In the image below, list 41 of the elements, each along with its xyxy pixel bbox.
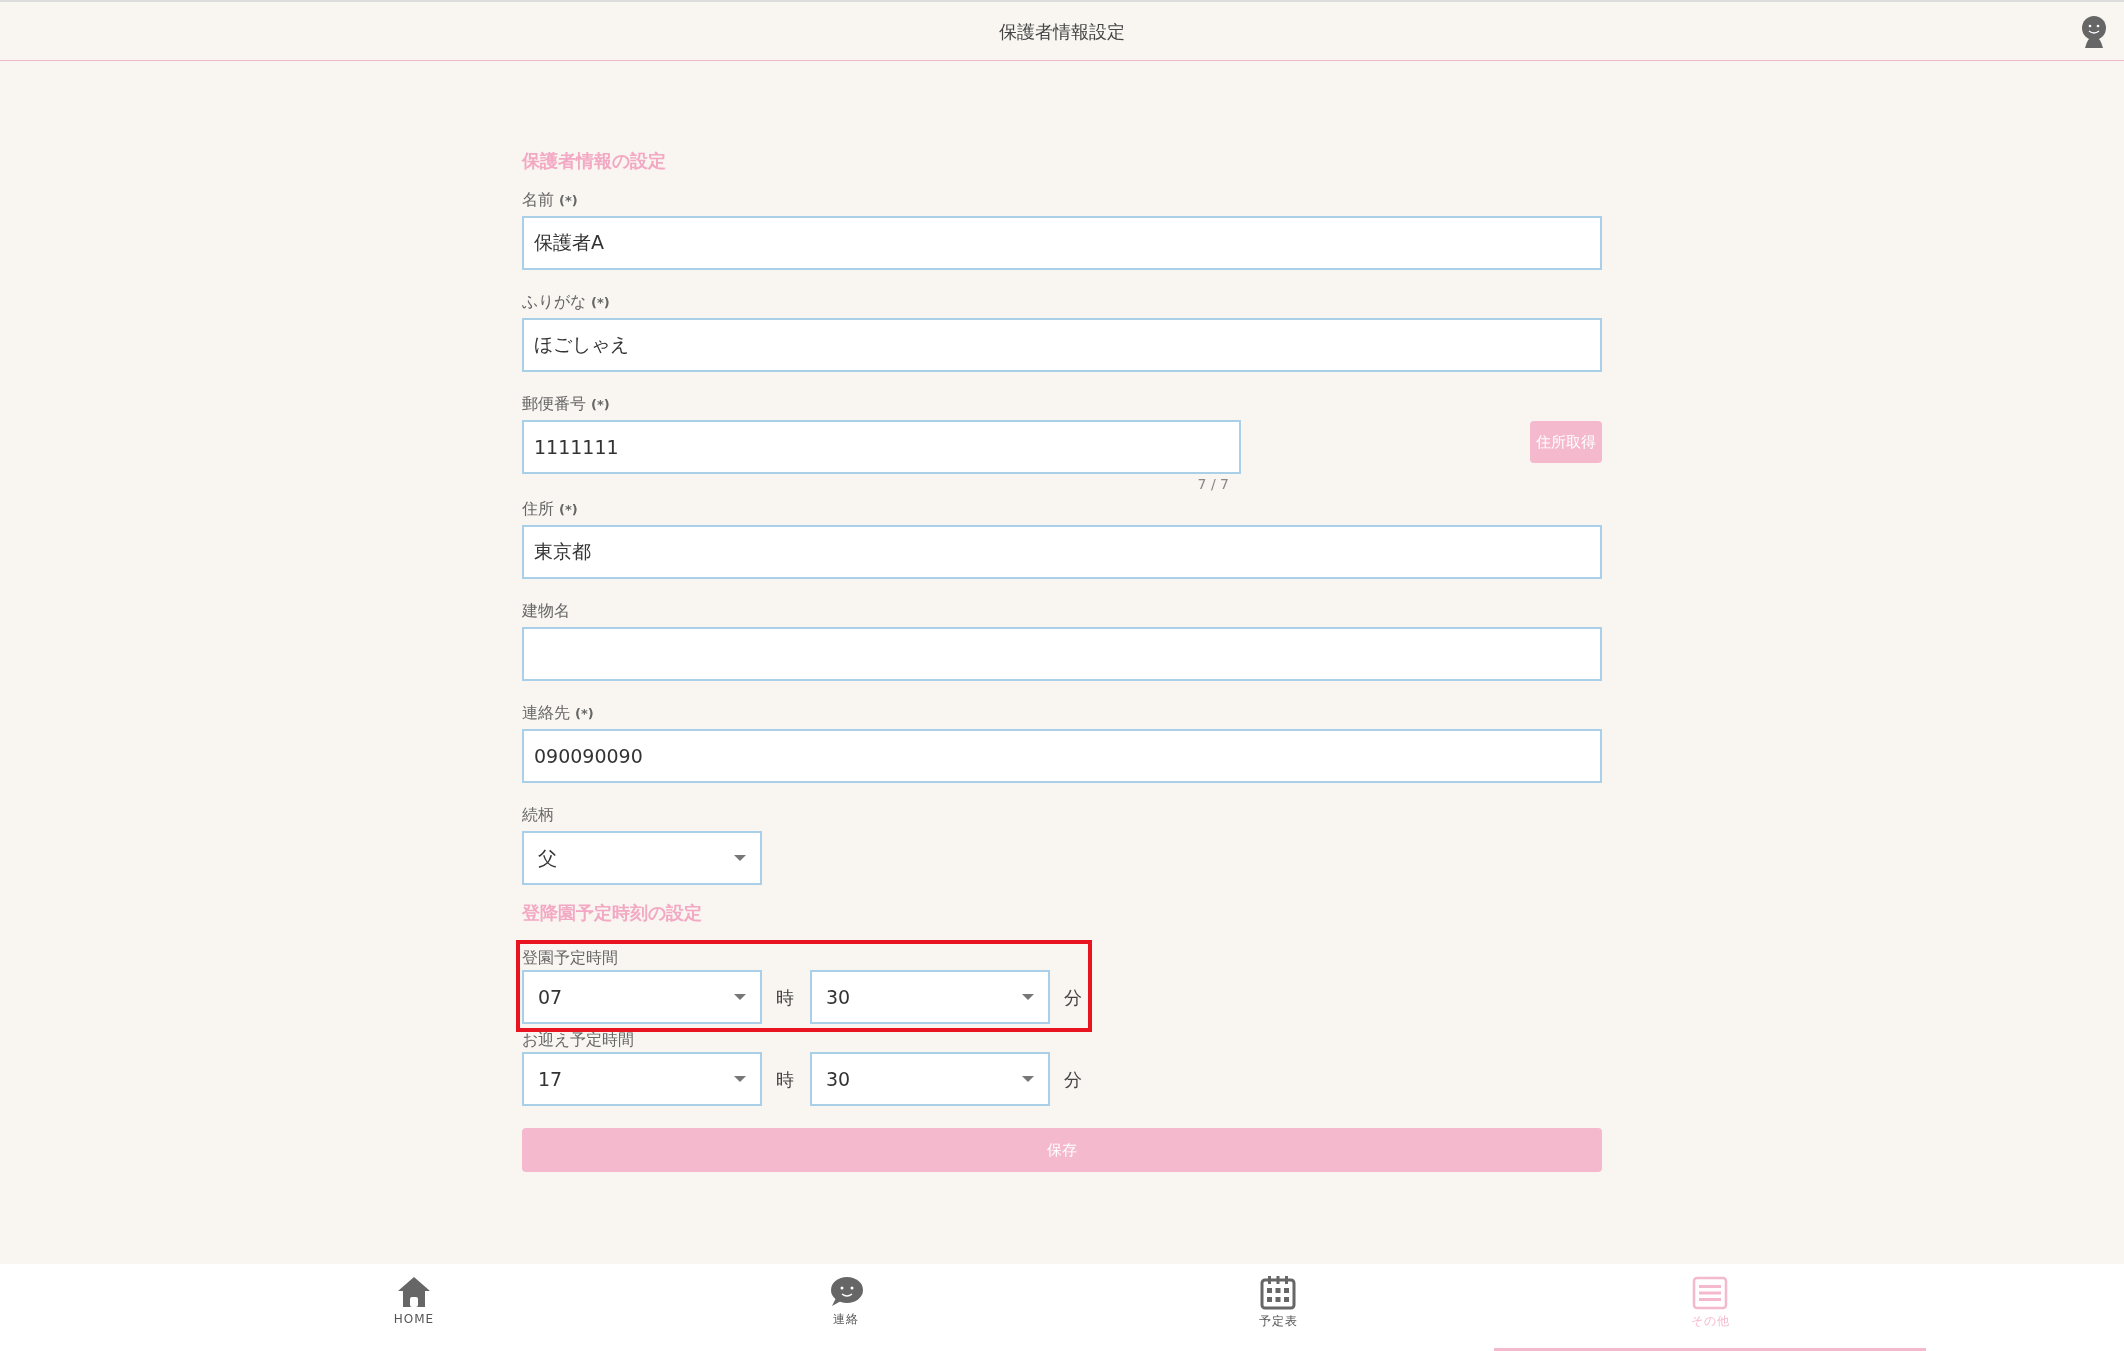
field-label: 建物名 — [522, 600, 570, 622]
select-field[interactable]: 30 — [810, 1052, 1050, 1106]
nav-tab[interactable]: 予定表 — [1062, 1264, 1494, 1351]
user-avatar-icon[interactable] — [2080, 16, 2108, 48]
section-title: 保護者情報の設定 — [522, 149, 667, 173]
field-label: 続柄 — [522, 804, 554, 826]
select-field[interactable]: 07 — [522, 970, 762, 1024]
field-label: 名前 (*) — [522, 189, 578, 211]
field-label: 郵便番号 (*) — [522, 393, 610, 415]
caret-icon — [734, 855, 746, 861]
caret-icon — [734, 1076, 746, 1082]
caret-icon — [1022, 1076, 1034, 1082]
nav-tab[interactable]: 連絡 — [630, 1264, 1062, 1351]
unit-label: 時 — [776, 985, 794, 1010]
unit-label: 分 — [1064, 985, 1082, 1010]
input-field[interactable]: 東京都 — [522, 525, 1602, 579]
select-field[interactable]: 父 — [522, 831, 762, 885]
field-label: 連絡先 (*) — [522, 702, 594, 724]
menu-icon — [1692, 1276, 1728, 1310]
speech-bubble-icon — [828, 1276, 864, 1308]
select-field[interactable]: 17 — [522, 1052, 762, 1106]
field-label: お迎え予定時間 — [522, 1029, 634, 1051]
caret-icon — [734, 994, 746, 1000]
field-label: 登園予定時間 — [522, 947, 618, 969]
field-label: 住所 (*) — [522, 498, 578, 520]
field-label: ふりがな (*) — [522, 291, 610, 313]
nav-tab[interactable]: HOME — [198, 1264, 630, 1351]
input-field[interactable]: 1111111 — [522, 420, 1241, 474]
caret-icon — [1022, 994, 1034, 1000]
character-counter: 7 / 7 — [1197, 475, 1229, 494]
unit-label: 分 — [1064, 1067, 1082, 1092]
section-title: 登降園予定時刻の設定 — [522, 901, 703, 925]
input-field[interactable]: ほごしゃえ — [522, 318, 1602, 372]
house-icon — [397, 1276, 431, 1308]
input-field[interactable]: 保護者A — [522, 216, 1602, 270]
input-field[interactable]: 090090090 — [522, 729, 1602, 783]
unit-label: 時 — [776, 1067, 794, 1092]
calendar-icon — [1260, 1276, 1296, 1310]
page-title: 保護者情報設定 — [999, 19, 1125, 44]
select-field[interactable]: 30 — [810, 970, 1050, 1024]
input-field[interactable] — [522, 627, 1602, 681]
